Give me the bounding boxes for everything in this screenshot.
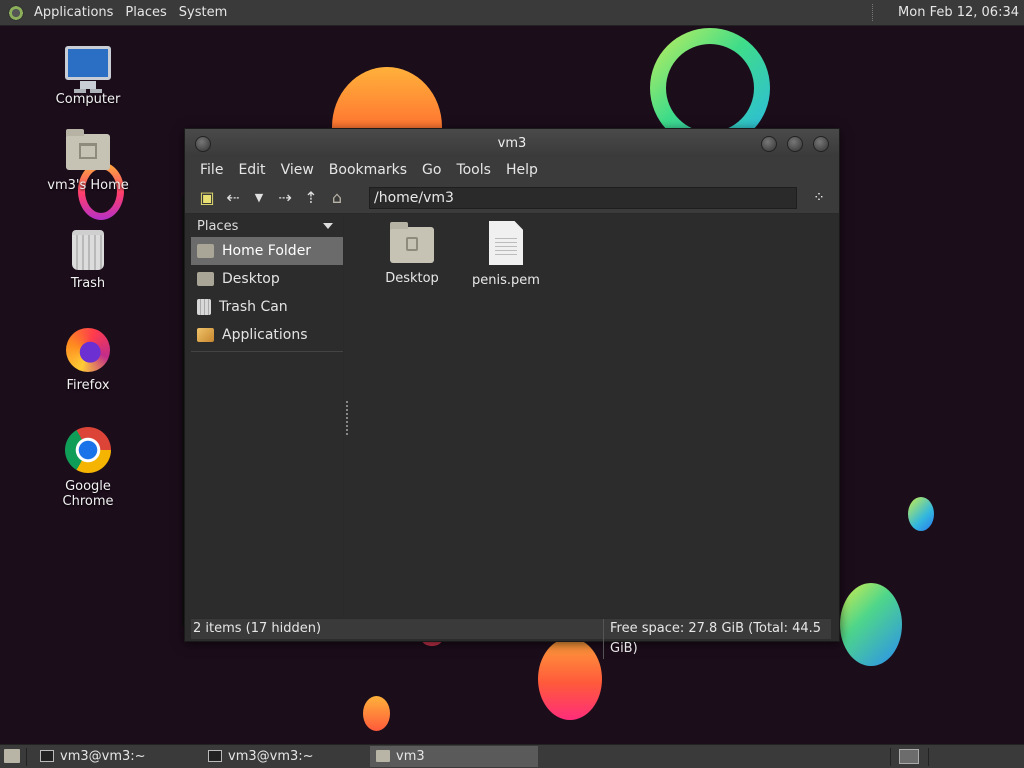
workspace-switcher[interactable] — [899, 749, 919, 764]
minimize-button[interactable] — [761, 136, 777, 152]
wallpaper-shape — [538, 638, 602, 720]
home-icon[interactable]: ⌂ — [327, 188, 347, 208]
menu-view[interactable]: View — [274, 162, 322, 178]
home-folder-icon — [197, 244, 214, 258]
sidebar-item-applications[interactable]: Applications — [191, 321, 343, 349]
wallpaper-shape — [908, 497, 934, 531]
desktop-icon-label: vm3's Home — [47, 178, 129, 193]
show-desktop-icon[interactable] — [4, 749, 20, 763]
file-item-penis-pem[interactable]: penis.pem — [461, 221, 551, 288]
item-count-status: 2 items (17 hidden) — [193, 621, 322, 636]
file-item-desktop[interactable]: Desktop — [367, 221, 457, 286]
window-titlebar[interactable]: vm3 — [185, 129, 839, 157]
status-bar: 2 items (17 hidden) Free space: 27.8 GiB… — [191, 618, 831, 659]
top-panel: Applications Places System Mon Feb 12, 0… — [0, 0, 1024, 26]
desktop-icon-label: Computer — [55, 92, 121, 107]
sidebar-item-desktop[interactable]: Desktop — [191, 265, 343, 293]
desktop-icon-computer[interactable]: Computer — [38, 46, 138, 107]
file-name: penis.pem — [472, 273, 540, 288]
location-bar[interactable]: /home/vm3 — [369, 187, 797, 209]
bottom-panel: vm3@vm3:~ vm3@vm3:~ vm3 — [0, 744, 1024, 768]
up-icon[interactable]: ⇡ — [301, 188, 321, 208]
taskbar-item-terminal-2[interactable]: vm3@vm3:~ — [202, 746, 368, 767]
close-button[interactable] — [813, 136, 829, 152]
sidebar-item-label: Applications — [222, 327, 308, 343]
sidebar-item-home-folder[interactable]: Home Folder — [191, 237, 343, 265]
desktop-icon-chrome[interactable]: Google Chrome — [38, 427, 138, 509]
sidebar-title: Places — [197, 219, 239, 234]
chevron-down-icon[interactable] — [323, 223, 333, 229]
window-body: Places Home Folder Desktop Trash Can App… — [191, 215, 831, 618]
wallpaper-shape — [363, 696, 390, 731]
desktop-icon-label: Firefox — [66, 378, 110, 393]
taskbar-item-file-manager[interactable]: vm3 — [370, 746, 538, 767]
menu-go[interactable]: Go — [415, 162, 449, 178]
applications-icon — [197, 328, 214, 342]
sidebar-item-label: Home Folder — [222, 243, 312, 259]
panel-separator — [872, 4, 875, 21]
desktop-icon-home[interactable]: vm3's Home — [38, 129, 138, 193]
menu-bookmarks[interactable]: Bookmarks — [322, 162, 415, 178]
forward-icon[interactable]: ⇢ — [275, 188, 295, 208]
applications-menu[interactable]: Applications — [28, 0, 119, 25]
desktop-icon-label: Google Chrome — [62, 479, 114, 509]
home-folder-icon — [66, 129, 110, 170]
file-name: Desktop — [385, 271, 439, 286]
window-title: vm3 — [497, 136, 527, 151]
sidebar-divider — [191, 351, 343, 352]
folder-icon — [376, 750, 390, 762]
desktop-icon-label: Trash — [70, 276, 106, 291]
free-space-status: Free space: 27.8 GiB (Total: 44.5 GiB) — [603, 619, 831, 659]
history-dropdown-icon[interactable]: ▼ — [249, 188, 269, 208]
taskbar-item-terminal-1[interactable]: vm3@vm3:~ — [34, 746, 200, 767]
wallpaper-shape — [840, 583, 902, 666]
chrome-icon — [65, 427, 111, 473]
window-menu-button[interactable] — [195, 136, 211, 152]
taskbar-item-label: vm3@vm3:~ — [60, 749, 146, 764]
sidebar-item-label: Trash Can — [219, 299, 288, 315]
maximize-button[interactable] — [787, 136, 803, 152]
taskbar-item-label: vm3@vm3:~ — [228, 749, 314, 764]
folder-icon — [390, 222, 434, 263]
sidebar-item-trash-can[interactable]: Trash Can — [191, 293, 343, 321]
new-tab-icon[interactable]: ▣ — [197, 188, 217, 208]
pane-resize-handle[interactable] — [346, 401, 350, 435]
terminal-icon — [40, 750, 54, 762]
firefox-icon — [66, 328, 110, 372]
taskbar-item-label: vm3 — [396, 749, 425, 764]
toolbar: ▣ ⇠ ▼ ⇢ ⇡ ⌂ /home/vm3 ⁘ — [185, 183, 839, 214]
desktop-icon-trash[interactable]: Trash — [38, 230, 138, 291]
trash-icon — [197, 299, 211, 315]
clock[interactable]: Mon Feb 12, 06:34 — [898, 0, 1019, 25]
back-icon[interactable]: ⇠ — [223, 188, 243, 208]
terminal-icon — [208, 750, 222, 762]
os-logo-icon[interactable] — [8, 4, 24, 21]
desktop-icon-firefox[interactable]: Firefox — [38, 328, 138, 393]
menu-edit[interactable]: Edit — [231, 162, 273, 178]
file-manager-window: vm3 File Edit View Bookmarks Go Tools He… — [184, 128, 840, 659]
sidebar-item-label: Desktop — [222, 271, 280, 287]
menu-file[interactable]: File — [193, 162, 231, 178]
computer-icon — [65, 46, 111, 89]
menu-bar: File Edit View Bookmarks Go Tools Help — [185, 157, 839, 183]
places-sidebar: Places Home Folder Desktop Trash Can App… — [191, 215, 344, 618]
trash-icon — [72, 230, 104, 270]
places-menu[interactable]: Places — [119, 0, 172, 25]
system-menu[interactable]: System — [173, 0, 233, 25]
menu-tools[interactable]: Tools — [449, 162, 499, 178]
file-view[interactable]: Desktop penis.pem — [351, 215, 831, 618]
document-icon — [489, 221, 523, 265]
location-menu-icon[interactable]: ⁘ — [809, 188, 829, 208]
menu-help[interactable]: Help — [499, 162, 546, 178]
sidebar-header[interactable]: Places — [191, 215, 343, 237]
desktop-folder-icon — [197, 272, 214, 286]
